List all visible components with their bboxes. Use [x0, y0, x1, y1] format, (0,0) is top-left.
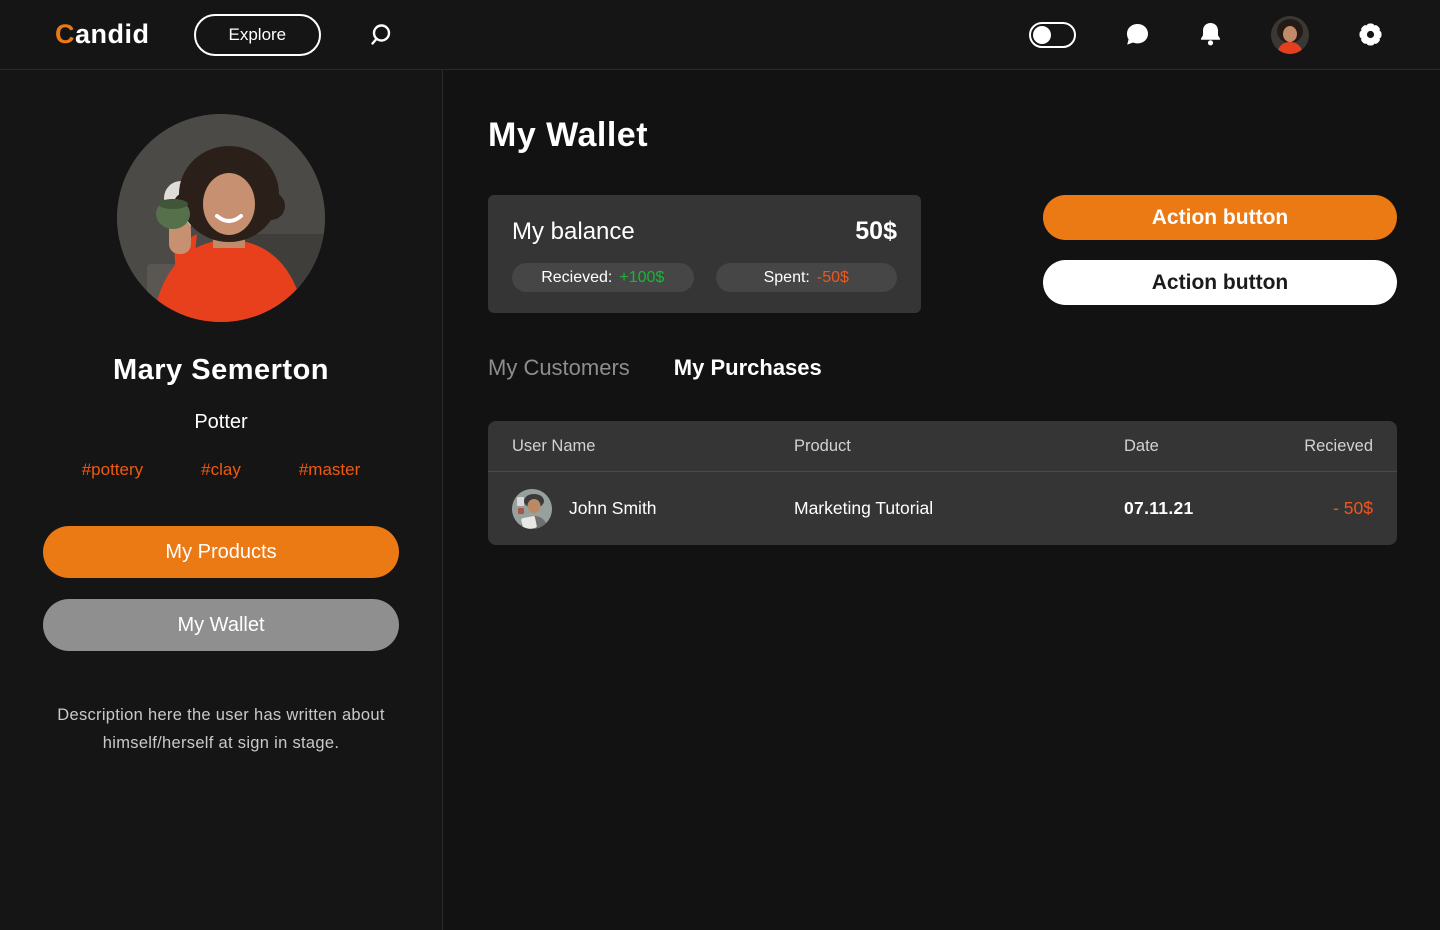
profile-tags: #pottery #clay #master — [0, 460, 442, 480]
search-icon[interactable] — [367, 22, 393, 48]
my-wallet-button[interactable]: My Wallet — [43, 599, 399, 651]
table-row[interactable]: John Smith Marketing Tutorial 07.11.21 -… — [488, 472, 1397, 545]
balance-card: My balance 50$ Recieved: +100$ Spent: -5… — [488, 195, 921, 313]
page-title: My Wallet — [488, 116, 1397, 155]
header-user-name: User Name — [512, 437, 794, 456]
header-date: Date — [1124, 437, 1253, 456]
balance-label: My balance — [512, 218, 635, 246]
toggle-knob — [1033, 26, 1051, 44]
tag-clay[interactable]: #clay — [201, 460, 241, 480]
chat-icon[interactable] — [1124, 22, 1150, 48]
profile-role: Potter — [0, 411, 442, 434]
action-buttons: Action button Action button — [1043, 195, 1397, 305]
header-product: Product — [794, 437, 1124, 456]
balance-row: My balance 50$ Recieved: +100$ Spent: -5… — [488, 195, 1397, 313]
tag-pottery[interactable]: #pottery — [82, 460, 143, 480]
profile-description: Description here the user has written ab… — [46, 701, 396, 757]
logo-rest: andid — [75, 19, 150, 49]
logo-letter: C — [55, 19, 75, 49]
top-bar: Candid Explore — [0, 0, 1440, 70]
app-logo[interactable]: Candid — [55, 19, 150, 50]
action-button-primary[interactable]: Action button — [1043, 195, 1397, 240]
wallet-tabs: My Customers My Purchases — [488, 355, 1397, 381]
received-pill: Recieved: +100$ — [512, 263, 694, 292]
received-label: Recieved: — [541, 269, 612, 287]
spent-value: -50$ — [817, 269, 849, 287]
tag-master[interactable]: #master — [299, 460, 360, 480]
purchases-table: User Name Product Date Recieved — [488, 421, 1397, 545]
my-products-button[interactable]: My Products — [43, 526, 399, 578]
bell-icon[interactable] — [1198, 21, 1223, 48]
header-received: Recieved — [1253, 437, 1373, 456]
table-header: User Name Product Date Recieved — [488, 421, 1397, 472]
profile-name: Mary Semerton — [0, 354, 442, 387]
gear-icon[interactable] — [1357, 21, 1384, 48]
explore-button[interactable]: Explore — [194, 14, 322, 56]
row-product: Marketing Tutorial — [794, 498, 1124, 519]
spent-label: Spent: — [764, 269, 810, 287]
action-button-secondary[interactable]: Action button — [1043, 260, 1397, 305]
profile-sidebar: Mary Semerton Potter #pottery #clay #mas… — [0, 70, 443, 930]
theme-toggle[interactable] — [1029, 22, 1076, 48]
user-avatar[interactable] — [1271, 16, 1309, 54]
row-user-name: John Smith — [569, 498, 657, 519]
row-date: 07.11.21 — [1124, 498, 1253, 519]
balance-amount: 50$ — [855, 217, 897, 246]
row-received: - 50$ — [1253, 498, 1373, 519]
row-user-avatar — [512, 489, 552, 529]
tab-my-purchases[interactable]: My Purchases — [674, 355, 822, 381]
topbar-actions — [1029, 16, 1384, 54]
spent-pill: Spent: -50$ — [716, 263, 898, 292]
tab-my-customers[interactable]: My Customers — [488, 355, 630, 381]
profile-photo — [117, 114, 325, 322]
received-value: +100$ — [619, 269, 664, 287]
wallet-main: My Wallet My balance 50$ Recieved: +100$… — [444, 70, 1440, 930]
